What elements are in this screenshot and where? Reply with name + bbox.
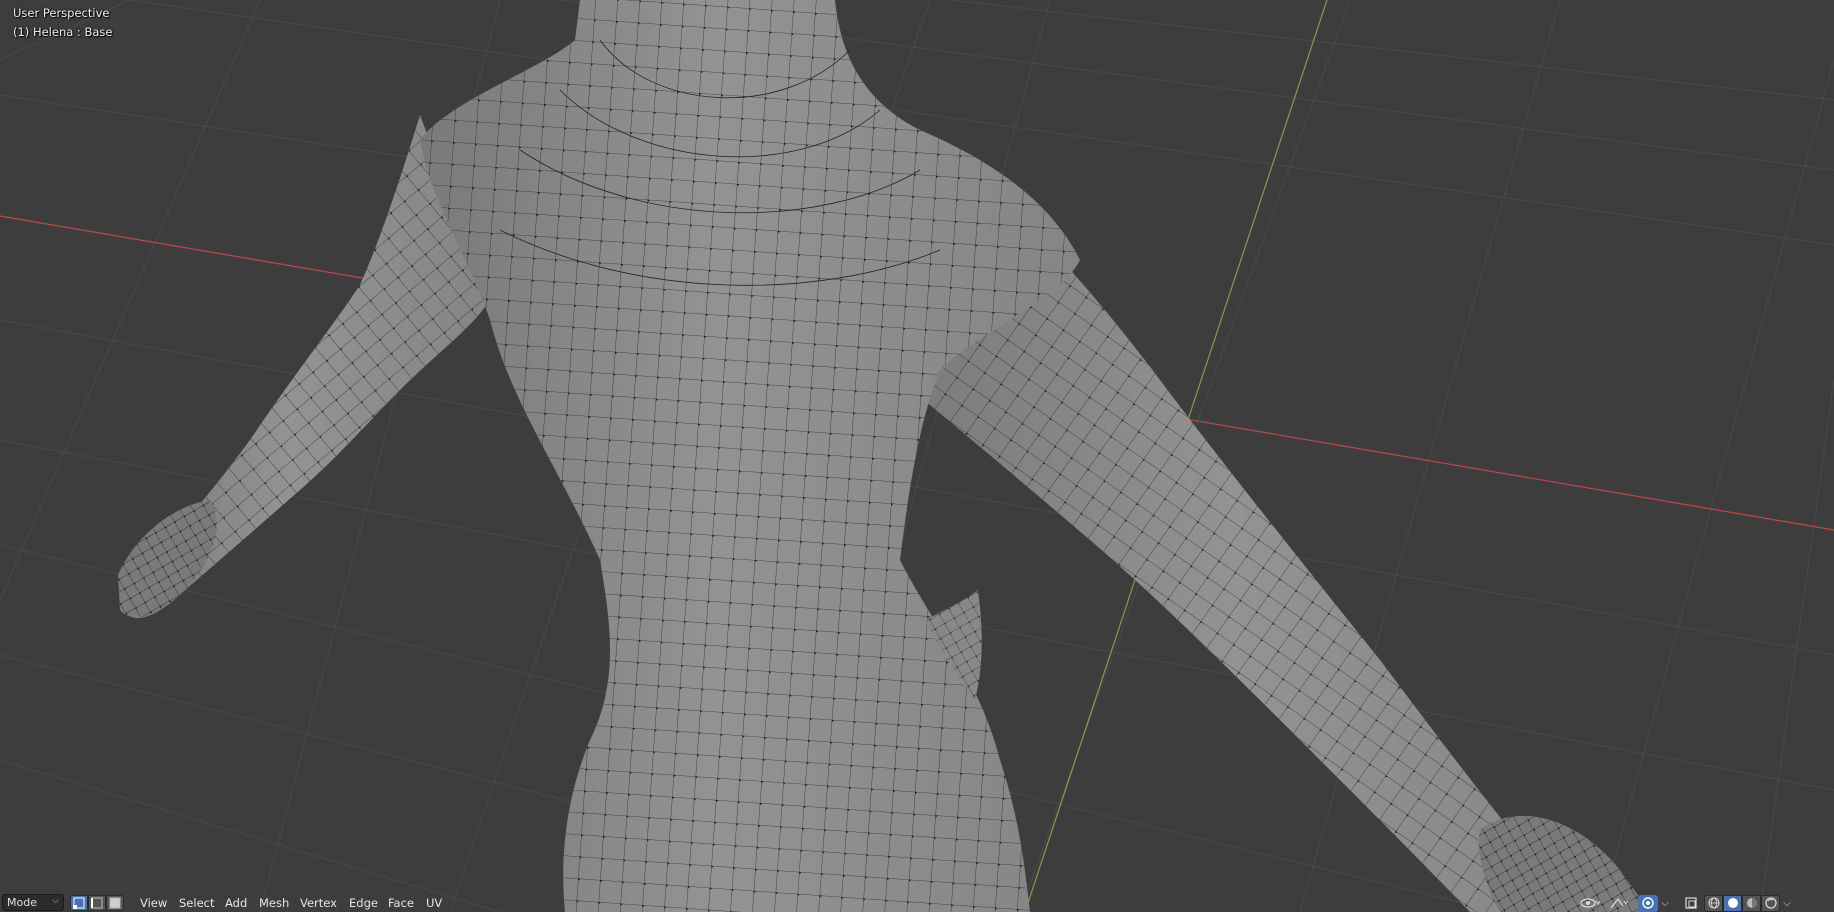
solid-shading-icon [1727, 898, 1738, 908]
xray-icon [1685, 897, 1697, 909]
face-select-icon [109, 897, 121, 909]
viewport-header: Mode ⌵ View Select Add Mesh Vertex Edge … [0, 893, 1834, 912]
visibility-icon [1580, 898, 1601, 908]
wireframe-shading-icon [1708, 897, 1719, 909]
mode-dropdown[interactable]: Mode ⌵ [2, 894, 64, 911]
mode-dropdown-label: Mode [7, 896, 37, 909]
vertex-select-button[interactable] [70, 895, 88, 911]
menu-add[interactable]: Add [223, 895, 249, 911]
edge-select-icon [91, 897, 103, 909]
menu-edge[interactable]: Edge [347, 895, 380, 911]
shading-mode-group [1704, 894, 1780, 912]
gizmo-icon [1610, 897, 1629, 909]
viewport-object-label: (1) Helena : Base [13, 25, 113, 39]
rendered-shading-icon [1764, 897, 1777, 909]
xray-button[interactable] [1678, 895, 1704, 912]
wireframe-shading-button[interactable] [1704, 894, 1723, 912]
mesh-object-helena[interactable] [118, 0, 1650, 912]
solid-shading-button[interactable] [1723, 894, 1742, 912]
chevron-down-icon: ⌵ [52, 896, 59, 906]
face-select-button[interactable] [106, 895, 124, 911]
select-mode-group [70, 895, 124, 911]
edge-select-button[interactable] [88, 895, 106, 911]
overlay-dropdown[interactable]: ⌵ [1658, 895, 1672, 912]
overlay-button[interactable] [1638, 894, 1658, 912]
material-shading-icon [1746, 898, 1757, 908]
menu-select[interactable]: Select [177, 895, 216, 911]
vertex-select-icon [73, 897, 85, 909]
material-shading-button[interactable] [1742, 894, 1761, 912]
menu-uv[interactable]: UV [424, 895, 444, 911]
menu-view[interactable]: View [138, 895, 169, 911]
visibility-button[interactable] [1578, 895, 1604, 912]
shading-dropdown[interactable]: ⌵ [1780, 895, 1794, 912]
chevron-down-icon: ⌵ [1661, 897, 1669, 909]
overlay-icon [1642, 897, 1654, 909]
menu-mesh[interactable]: Mesh [257, 895, 291, 911]
viewport-perspective-label: User Perspective [13, 6, 110, 20]
3d-viewport[interactable] [0, 0, 1834, 912]
rendered-shading-button[interactable] [1761, 894, 1780, 912]
chevron-down-icon: ⌵ [1783, 897, 1791, 909]
gizmo-button[interactable] [1604, 895, 1634, 912]
viewport-right-tools: ⌵ ⌵ [1578, 894, 1794, 912]
menu-face[interactable]: Face [386, 895, 416, 911]
menu-vertex[interactable]: Vertex [298, 895, 339, 911]
